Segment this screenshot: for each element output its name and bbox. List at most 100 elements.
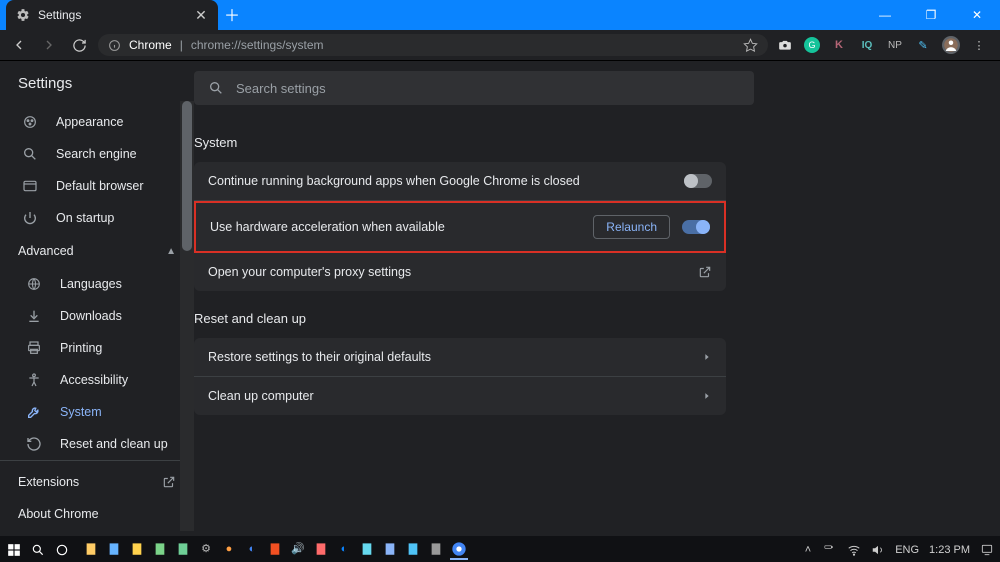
tray-wifi-icon[interactable] <box>847 543 861 557</box>
ext-k-icon[interactable]: K <box>830 36 848 54</box>
sidebar-about-link[interactable]: About Chrome <box>0 503 194 535</box>
taskbar-chrome-active-icon[interactable] <box>450 540 468 560</box>
taskbar-edge-icon[interactable]: ◐ <box>335 540 353 558</box>
new-tab-button[interactable]: ＋ <box>218 0 246 28</box>
globe-icon <box>26 276 42 292</box>
site-info-icon[interactable] <box>108 39 121 52</box>
brush-icon <box>22 114 38 130</box>
ext-iq-icon[interactable]: IQ <box>858 36 876 54</box>
minimize-button[interactable]: — <box>862 0 908 30</box>
browser-tab[interactable]: Settings ✕ <box>6 0 218 30</box>
back-button[interactable] <box>8 34 30 56</box>
sidebar-scrollbar-thumb[interactable] <box>182 101 192 251</box>
sidebar-item-label: On startup <box>56 211 114 225</box>
maximize-button[interactable]: ❐ <box>908 0 954 30</box>
taskbar-store-icon[interactable]: ▇ <box>105 540 123 558</box>
sidebar-item-label: Printing <box>60 341 102 355</box>
url-sep: | <box>180 38 183 52</box>
sidebar-item-system[interactable]: System <box>0 396 194 428</box>
taskbar-chrome-icon[interactable]: ◐ <box>243 540 261 558</box>
settings-search-input[interactable]: Search settings <box>194 71 754 105</box>
taskbar-app6-icon[interactable]: ▇ <box>427 540 445 558</box>
close-window-button[interactable]: ✕ <box>954 0 1000 30</box>
taskbar-sound-icon[interactable]: 🔊 <box>289 540 307 558</box>
row-label: Open your computer's proxy settings <box>208 265 411 279</box>
taskbar-firefox-icon[interactable]: ● <box>220 540 238 558</box>
restore-icon <box>26 436 42 452</box>
sidebar-extensions-link[interactable]: Extensions <box>0 460 194 503</box>
taskbar-camtasia-icon[interactable]: ▇ <box>174 540 192 558</box>
sidebar-item-downloads[interactable]: Downloads <box>0 300 194 332</box>
chevron-right-icon <box>702 391 712 401</box>
download-icon <box>26 308 42 324</box>
sidebar-item-on-startup[interactable]: On startup <box>0 202 194 234</box>
tray-volume-icon[interactable] <box>871 543 885 557</box>
tray-language[interactable]: ENG <box>895 544 919 556</box>
taskbar-mail-icon[interactable]: ▇ <box>128 540 146 558</box>
settings-main-pane: Search settings System Continue running … <box>194 61 1000 536</box>
ext-grammarly-icon[interactable]: G <box>804 37 820 53</box>
sidebar-item-label: Search engine <box>56 147 137 161</box>
row-cleanup-computer[interactable]: Clean up computer <box>194 377 726 415</box>
ext-pen-icon[interactable]: ✎ <box>914 36 932 54</box>
accessibility-icon <box>26 372 42 388</box>
window-controls: — ❐ ✕ <box>862 0 1000 30</box>
open-external-icon <box>698 265 712 279</box>
taskbar-search-icon[interactable] <box>30 542 46 558</box>
taskbar-pinned-apps: ▇ ▇ ▇ ▇ ▇ ⚙ ● ◐ ▇ 🔊 ▇ ◐ ▇ ▇ ▇ ▇ <box>82 540 468 560</box>
sidebar-item-languages[interactable]: Languages <box>0 268 194 300</box>
taskbar-app-icon[interactable]: ▇ <box>151 540 169 558</box>
wrench-icon <box>26 404 42 420</box>
sidebar-item-search-engine[interactable]: Search engine <box>0 138 194 170</box>
row-background-apps[interactable]: Continue running background apps when Go… <box>194 162 726 201</box>
url-host: Chrome <box>129 38 172 52</box>
extensions-label: Extensions <box>18 475 79 489</box>
sidebar-item-default-browser[interactable]: Default browser <box>0 170 194 202</box>
power-icon <box>22 210 38 226</box>
menu-kebab-icon[interactable]: ⋮ <box>970 36 988 54</box>
taskbar-settings-icon[interactable]: ⚙ <box>197 540 215 558</box>
row-restore-defaults[interactable]: Restore settings to their original defau… <box>194 338 726 377</box>
tray-clock[interactable]: 1:23 PM <box>929 544 970 556</box>
sidebar-item-accessibility[interactable]: Accessibility <box>0 364 194 396</box>
relaunch-button[interactable]: Relaunch <box>593 215 670 239</box>
forward-button[interactable] <box>38 34 60 56</box>
profile-avatar[interactable] <box>942 36 960 54</box>
row-label: Use hardware acceleration when available <box>210 220 445 234</box>
close-tab-icon[interactable]: ✕ <box>194 8 208 22</box>
section-title-reset: Reset and clean up <box>194 311 726 326</box>
sidebar-advanced-toggle[interactable]: Advanced ▲ <box>0 234 194 268</box>
toggle-hardware-acceleration[interactable] <box>682 220 710 234</box>
row-hardware-acceleration[interactable]: Use hardware acceleration when available… <box>194 201 726 253</box>
row-proxy-settings[interactable]: Open your computer's proxy settings <box>194 253 726 291</box>
sidebar-item-label: Reset and clean up <box>60 437 168 451</box>
taskbar-app2-icon[interactable]: ▇ <box>312 540 330 558</box>
taskbar-app3-icon[interactable]: ▇ <box>358 540 376 558</box>
taskbar-app4-icon[interactable]: ▇ <box>381 540 399 558</box>
url-path: chrome://settings/system <box>191 38 324 52</box>
start-button[interactable] <box>6 542 22 558</box>
bookmark-star-icon[interactable] <box>743 38 758 53</box>
cortana-icon[interactable] <box>54 542 70 558</box>
browser-toolbar: Chrome | chrome://settings/system G K IQ… <box>0 30 1000 61</box>
taskbar-ms-icon[interactable]: ▇ <box>266 540 284 558</box>
row-label: Clean up computer <box>208 389 314 403</box>
sidebar-item-reset[interactable]: Reset and clean up <box>0 428 194 460</box>
taskbar-app5-icon[interactable]: ▇ <box>404 540 422 558</box>
sidebar-item-label: Accessibility <box>60 373 128 387</box>
sidebar-item-label: Default browser <box>56 179 144 193</box>
ext-camera-icon[interactable] <box>776 36 794 54</box>
ext-np-icon[interactable]: NP <box>886 36 904 54</box>
taskbar-explorer-icon[interactable]: ▇ <box>82 540 100 558</box>
reload-button[interactable] <box>68 34 90 56</box>
tray-chevron-icon[interactable]: ˄ <box>805 544 811 556</box>
advanced-label: Advanced <box>18 244 74 258</box>
tray-battery-icon[interactable] <box>821 545 837 555</box>
row-label: Continue running background apps when Go… <box>208 174 580 188</box>
toggle-background-apps[interactable] <box>684 174 712 188</box>
sidebar-item-appearance[interactable]: Appearance <box>0 106 194 138</box>
address-bar[interactable]: Chrome | chrome://settings/system <box>98 34 768 56</box>
tray-notifications-icon[interactable] <box>980 543 994 557</box>
sidebar-item-printing[interactable]: Printing <box>0 332 194 364</box>
sidebar-item-label: Appearance <box>56 115 123 129</box>
